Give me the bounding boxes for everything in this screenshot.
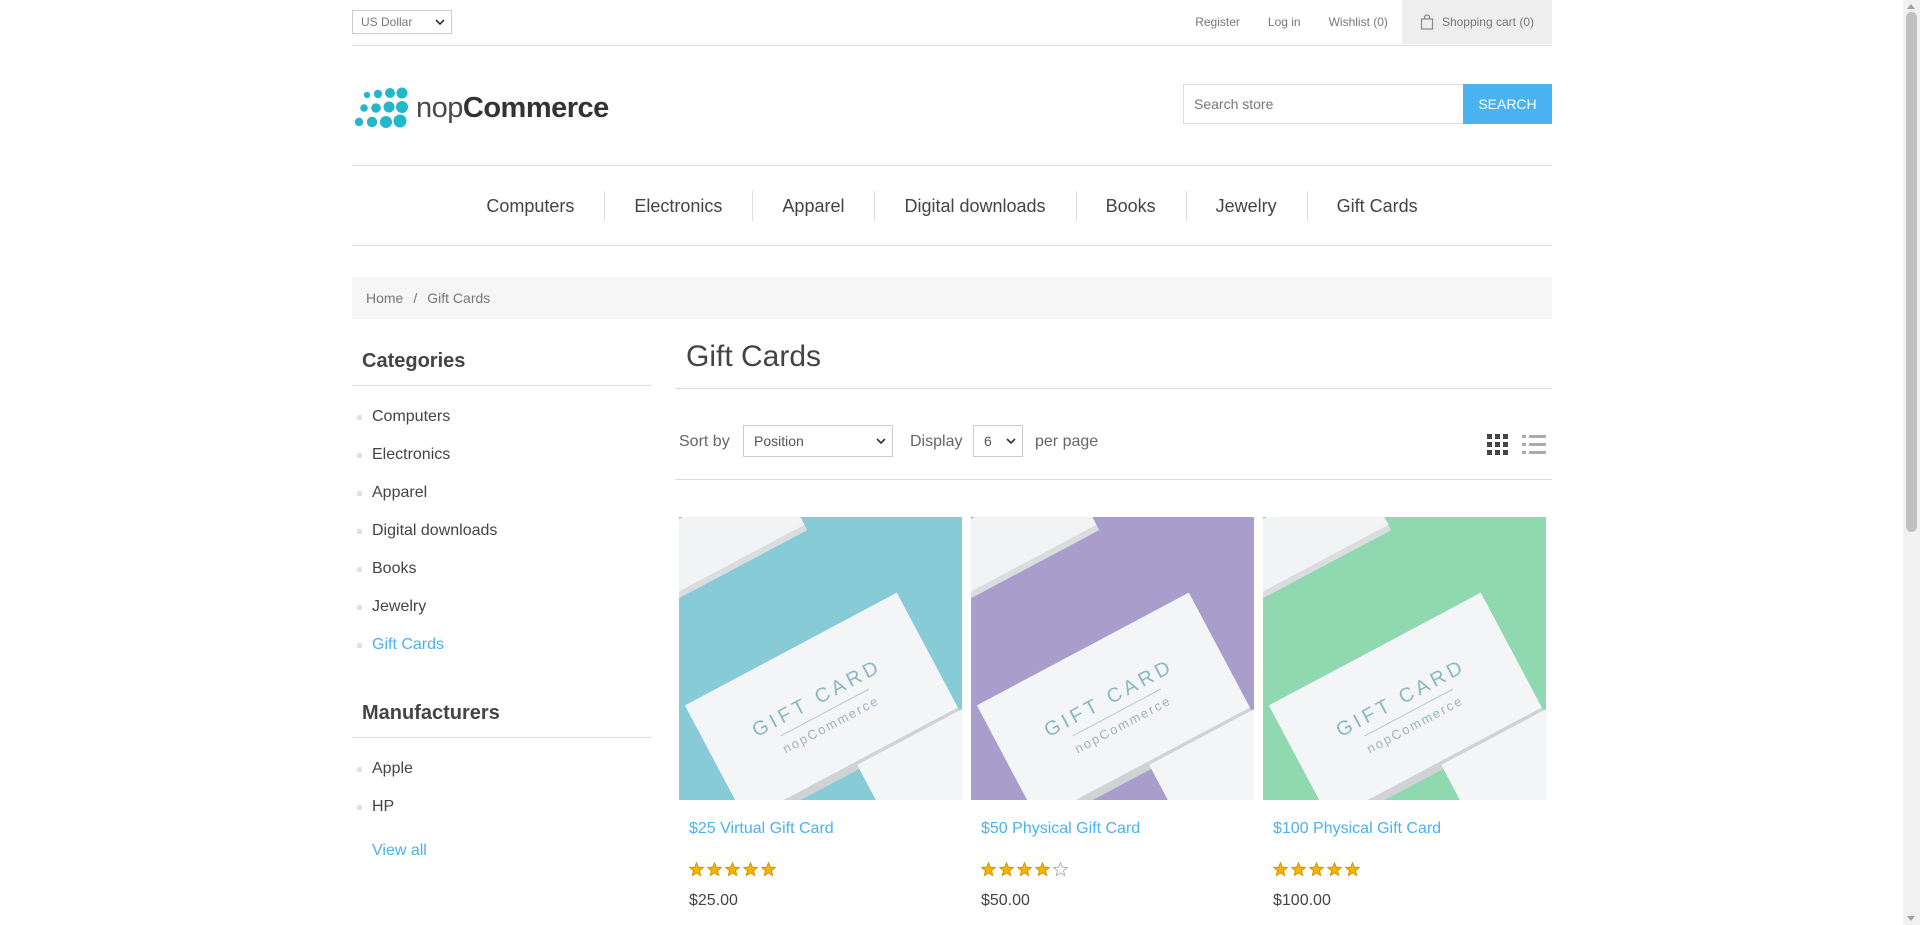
star-filled-icon <box>707 862 722 877</box>
logo-text-part2: Commerce <box>462 91 609 124</box>
product-card: GIFT CARD nopCommerce $25 Virtual Gift Car… <box>679 517 962 910</box>
shopping-cart-label: Shopping cart (0) <box>1441 15 1534 29</box>
category-item-electronics[interactable]: Electronics <box>352 436 652 474</box>
product-title-link[interactable]: $25 Virtual Gift Card <box>679 800 962 844</box>
menu-item-computers[interactable]: Computers <box>456 191 604 221</box>
star-filled-icon <box>999 862 1014 877</box>
star-filled-icon <box>1291 862 1306 877</box>
categories-title: Categories <box>352 340 652 386</box>
product-title-link[interactable]: $100 Physical Gift Card <box>1263 800 1546 844</box>
sort-by-label: Sort by <box>679 433 730 450</box>
chevron-down-icon <box>435 15 445 29</box>
search-form: Search store SEARCH <box>1183 84 1552 124</box>
chevron-down-icon <box>876 438 886 445</box>
star-filled-icon <box>1273 862 1288 877</box>
vertical-scrollbar[interactable] <box>1903 0 1920 925</box>
product-rating <box>971 844 1254 882</box>
logo[interactable]: nopCommerce <box>352 86 609 130</box>
product-price: $25.00 <box>689 892 738 909</box>
register-link[interactable]: Register <box>1181 0 1254 44</box>
product-grid: GIFT CARD nopCommerce $25 Virtual Gift Car… <box>679 517 1546 910</box>
product-price: $100.00 <box>1273 892 1331 909</box>
category-item-gift-cards[interactable]: Gift Cards <box>352 626 652 664</box>
page-title: Gift Cards <box>675 340 1552 389</box>
star-filled-icon <box>981 862 996 877</box>
star-filled-icon <box>1327 862 1342 877</box>
star-empty-icon <box>1053 862 1068 877</box>
logo-dots-icon <box>354 87 408 128</box>
category-item-jewelry[interactable]: Jewelry <box>352 588 652 626</box>
logo-text-part1: nop <box>416 91 463 124</box>
category-item-books[interactable]: Books <box>352 550 652 588</box>
page-size-value: 6 <box>984 433 992 449</box>
view-all-manufacturers-link[interactable]: View all <box>352 826 652 860</box>
header-upper: US Dollar Register Log in Wishlist (0) S… <box>352 0 1552 46</box>
page: US Dollar Register Log in Wishlist (0) S… <box>352 0 1552 909</box>
menu-item-apparel[interactable]: Apparel <box>752 190 874 221</box>
manufacturer-item-apple[interactable]: Apple <box>352 750 652 788</box>
display-label: Display <box>910 433 963 450</box>
product-price: $50.00 <box>981 892 1030 909</box>
menu-item-digital-downloads[interactable]: Digital downloads <box>874 190 1075 221</box>
product-rating <box>679 844 962 882</box>
shopping-bag-icon <box>1420 14 1434 30</box>
search-button[interactable]: SEARCH <box>1463 84 1552 124</box>
manufacturer-item-hp[interactable]: HP <box>352 788 652 826</box>
menu-item-jewelry[interactable]: Jewelry <box>1185 190 1307 221</box>
breadcrumb-home[interactable]: Home <box>366 290 403 306</box>
top-menu: Computers Electronics Apparel Digital do… <box>352 165 1552 246</box>
wishlist-link[interactable]: Wishlist (0) <box>1315 0 1402 44</box>
breadcrumb-current: Gift Cards <box>427 290 491 306</box>
manufacturers-title: Manufacturers <box>352 692 652 738</box>
star-filled-icon <box>761 862 776 877</box>
star-filled-icon <box>1017 862 1032 877</box>
star-filled-icon <box>1035 862 1050 877</box>
login-link[interactable]: Log in <box>1254 0 1315 44</box>
chevron-down-icon <box>1006 438 1016 445</box>
page-size-select[interactable]: 6 <box>973 425 1023 457</box>
star-filled-icon <box>1345 862 1360 877</box>
manufacturers-list: Apple HP <box>352 738 652 826</box>
product-rating <box>1263 844 1546 882</box>
scroll-down-arrow-icon[interactable] <box>1907 916 1915 921</box>
header-links: Register Log in Wishlist (0) Shopping ca… <box>1181 0 1552 44</box>
menu-item-electronics[interactable]: Electronics <box>604 190 752 221</box>
product-card: GIFT CARD nopCommerce $50 Physical Gift Ca… <box>971 517 1254 910</box>
per-page-label: per page <box>1035 433 1099 450</box>
product-image[interactable]: GIFT CARD nopCommerce <box>679 517 962 800</box>
currency-value: US Dollar <box>361 15 413 29</box>
main-content: Gift Cards Sort by Position Display 6 pe… <box>675 340 1552 909</box>
logo-text: nopCommerce <box>416 92 609 125</box>
menu-item-books[interactable]: Books <box>1075 190 1186 221</box>
manufacturers-block: Manufacturers Apple HP View all <box>352 692 652 860</box>
sidebar: Categories Computers Electronics Apparel… <box>352 340 652 860</box>
currency-select[interactable]: US Dollar <box>352 10 452 34</box>
scrollbar-thumb[interactable] <box>1906 12 1917 532</box>
product-image[interactable]: GIFT CARD nopCommerce <box>1263 517 1546 800</box>
search-input[interactable]: Search store <box>1183 84 1463 124</box>
star-filled-icon <box>1309 862 1324 877</box>
categories-list: Computers Electronics Apparel Digital do… <box>352 386 652 664</box>
product-title-link[interactable]: $50 Physical Gift Card <box>971 800 1254 844</box>
star-filled-icon <box>743 862 758 877</box>
menu-item-gift-cards[interactable]: Gift Cards <box>1306 190 1448 221</box>
sort-by-value: Position <box>754 433 804 449</box>
breadcrumb: Home / Gift Cards <box>352 277 1552 319</box>
star-filled-icon <box>725 862 740 877</box>
grid-view-icon[interactable] <box>1487 434 1508 455</box>
star-filled-icon <box>689 862 704 877</box>
categories-block: Categories Computers Electronics Apparel… <box>352 340 652 664</box>
scroll-up-arrow-icon[interactable] <box>1907 4 1915 9</box>
product-image[interactable]: GIFT CARD nopCommerce <box>971 517 1254 800</box>
list-view-icon[interactable] <box>1522 434 1546 455</box>
sort-by-select[interactable]: Position <box>743 425 893 457</box>
breadcrumb-separator: / <box>413 290 418 306</box>
category-item-computers[interactable]: Computers <box>352 398 652 436</box>
category-item-digital-downloads[interactable]: Digital downloads <box>352 512 652 550</box>
shopping-cart-link[interactable]: Shopping cart (0) <box>1401 0 1552 44</box>
product-selectors: Sort by Position Display 6 per page <box>675 417 1552 480</box>
product-card: GIFT CARD nopCommerce $100 Physical Gift C… <box>1263 517 1546 910</box>
category-item-apparel[interactable]: Apparel <box>352 474 652 512</box>
